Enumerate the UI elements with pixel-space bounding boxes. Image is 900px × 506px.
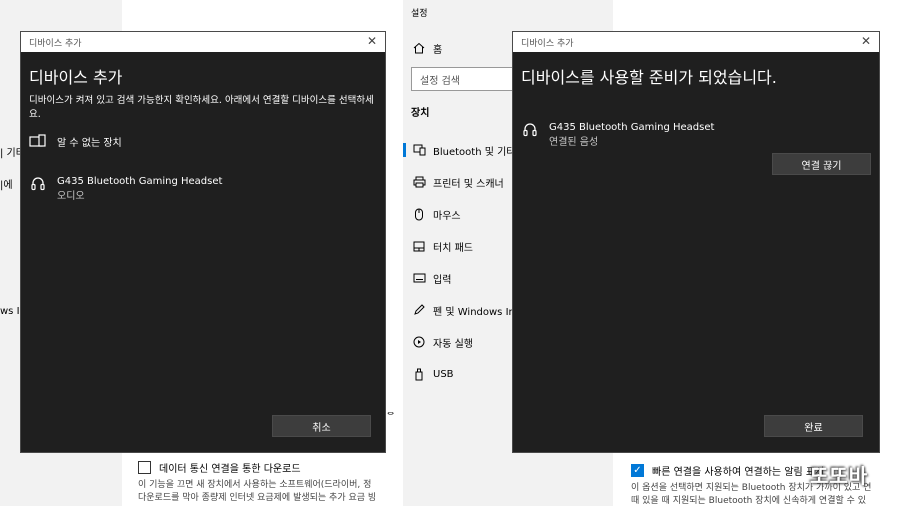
headset-icon (519, 122, 541, 138)
usb-icon (405, 368, 433, 381)
option-description: 때 있을 때 지원되는 Bluetooth 장치에 신속하게 연결할 수 있 (631, 496, 867, 506)
device-item-unknown[interactable]: 알 수 없는 장치 (27, 134, 122, 149)
mouse-icon (405, 208, 433, 221)
disconnect-button[interactable]: 연결 끊기 (772, 153, 871, 175)
nav-item-label: 프린터 및 스캐너 (433, 178, 504, 190)
cancel-button[interactable]: 취소 (272, 415, 371, 437)
dialog-window-title: 디바이스 추가 (521, 38, 574, 49)
option-description: 다운로드를 막아 종량제 인터넷 요금제에 발생되는 추가 요금 빙 (138, 493, 377, 503)
printer-icon (405, 176, 433, 188)
device-type: 오디오 (57, 191, 85, 202)
metered-download-option[interactable]: 데이터 통신 연결을 통한 다운로드 (138, 460, 301, 475)
device-name: G435 Bluetooth Gaming Headset (549, 122, 715, 133)
dialog-heading: 디바이스 추가 (29, 68, 123, 87)
headset-icon (27, 176, 49, 192)
bg-fragment: | 기타 (0, 148, 20, 159)
bg-fragment: |에 (0, 180, 13, 191)
nav-home-label: 홈 (433, 44, 443, 56)
nav-item-label: 터치 패드 (433, 242, 473, 254)
add-device-dialog: 디바이스 추가 ✕ 디바이스 추가 디바이스가 켜져 있고 검색 가능한지 확인… (20, 31, 386, 453)
nav-item-label: 마우스 (433, 210, 461, 222)
option-description: 이 기능을 끄면 새 장치에서 사용하는 소프트웨어(드라이버, 정 (138, 480, 372, 490)
close-icon[interactable]: ✕ (861, 34, 871, 48)
nav-item-label: USB (433, 368, 454, 380)
nav-item-label: 펜 및 Windows Ink (433, 306, 521, 318)
device-item-headset[interactable]: G435 Bluetooth Gaming Headset 오디오 (27, 176, 222, 202)
autoplay-icon (405, 336, 433, 348)
nav-item-label: 입력 (433, 274, 452, 286)
unknown-device-icon (27, 134, 49, 148)
keyboard-icon (405, 273, 433, 283)
dialog-heading: 디바이스를 사용할 준비가 되었습니다. (521, 68, 777, 87)
nav-item-label: 자동 실행 (433, 338, 473, 350)
checkbox-label: 데이터 통신 연결을 통한 다운로드 (159, 464, 301, 475)
device-status: 연결된 음성 (549, 137, 599, 148)
done-button[interactable]: 완료 (764, 415, 863, 437)
nav-item-label: Bluetooth 및 기타 (433, 146, 516, 158)
home-icon (405, 42, 433, 54)
device-ready-dialog: 디바이스 추가 ✕ 디바이스를 사용할 준비가 되었습니다. G435 Blue… (512, 31, 880, 453)
connected-device: G435 Bluetooth Gaming Headset 연결된 음성 (519, 122, 714, 148)
watermark: 또또바 (810, 464, 869, 488)
device-name: G435 Bluetooth Gaming Headset (57, 176, 223, 187)
device-name: 알 수 없는 장치 (57, 138, 122, 149)
dialog-titlebar: 디바이스 추가 ✕ (513, 32, 879, 52)
bluetooth-devices-icon (405, 144, 433, 156)
section-title: 장치 (411, 108, 430, 119)
touchpad-icon (405, 241, 433, 252)
checkbox-checked[interactable]: ✓ (631, 464, 644, 477)
pen-icon (405, 304, 433, 316)
dialog-titlebar: 디바이스 추가 ✕ (21, 32, 385, 52)
close-icon[interactable]: ✕ (367, 34, 377, 48)
dialog-instructions: 디바이스가 켜져 있고 검색 가능한지 확인하세요. 아래에서 연결할 디바이스… (29, 95, 374, 120)
dialog-window-title: 디바이스 추가 (29, 38, 82, 49)
checkbox-unchecked[interactable] (138, 461, 151, 474)
bg-fragment: ᆼ (386, 406, 396, 417)
bg-fragment: ws Ink (0, 306, 20, 317)
settings-app-title: 설정 (411, 9, 428, 19)
